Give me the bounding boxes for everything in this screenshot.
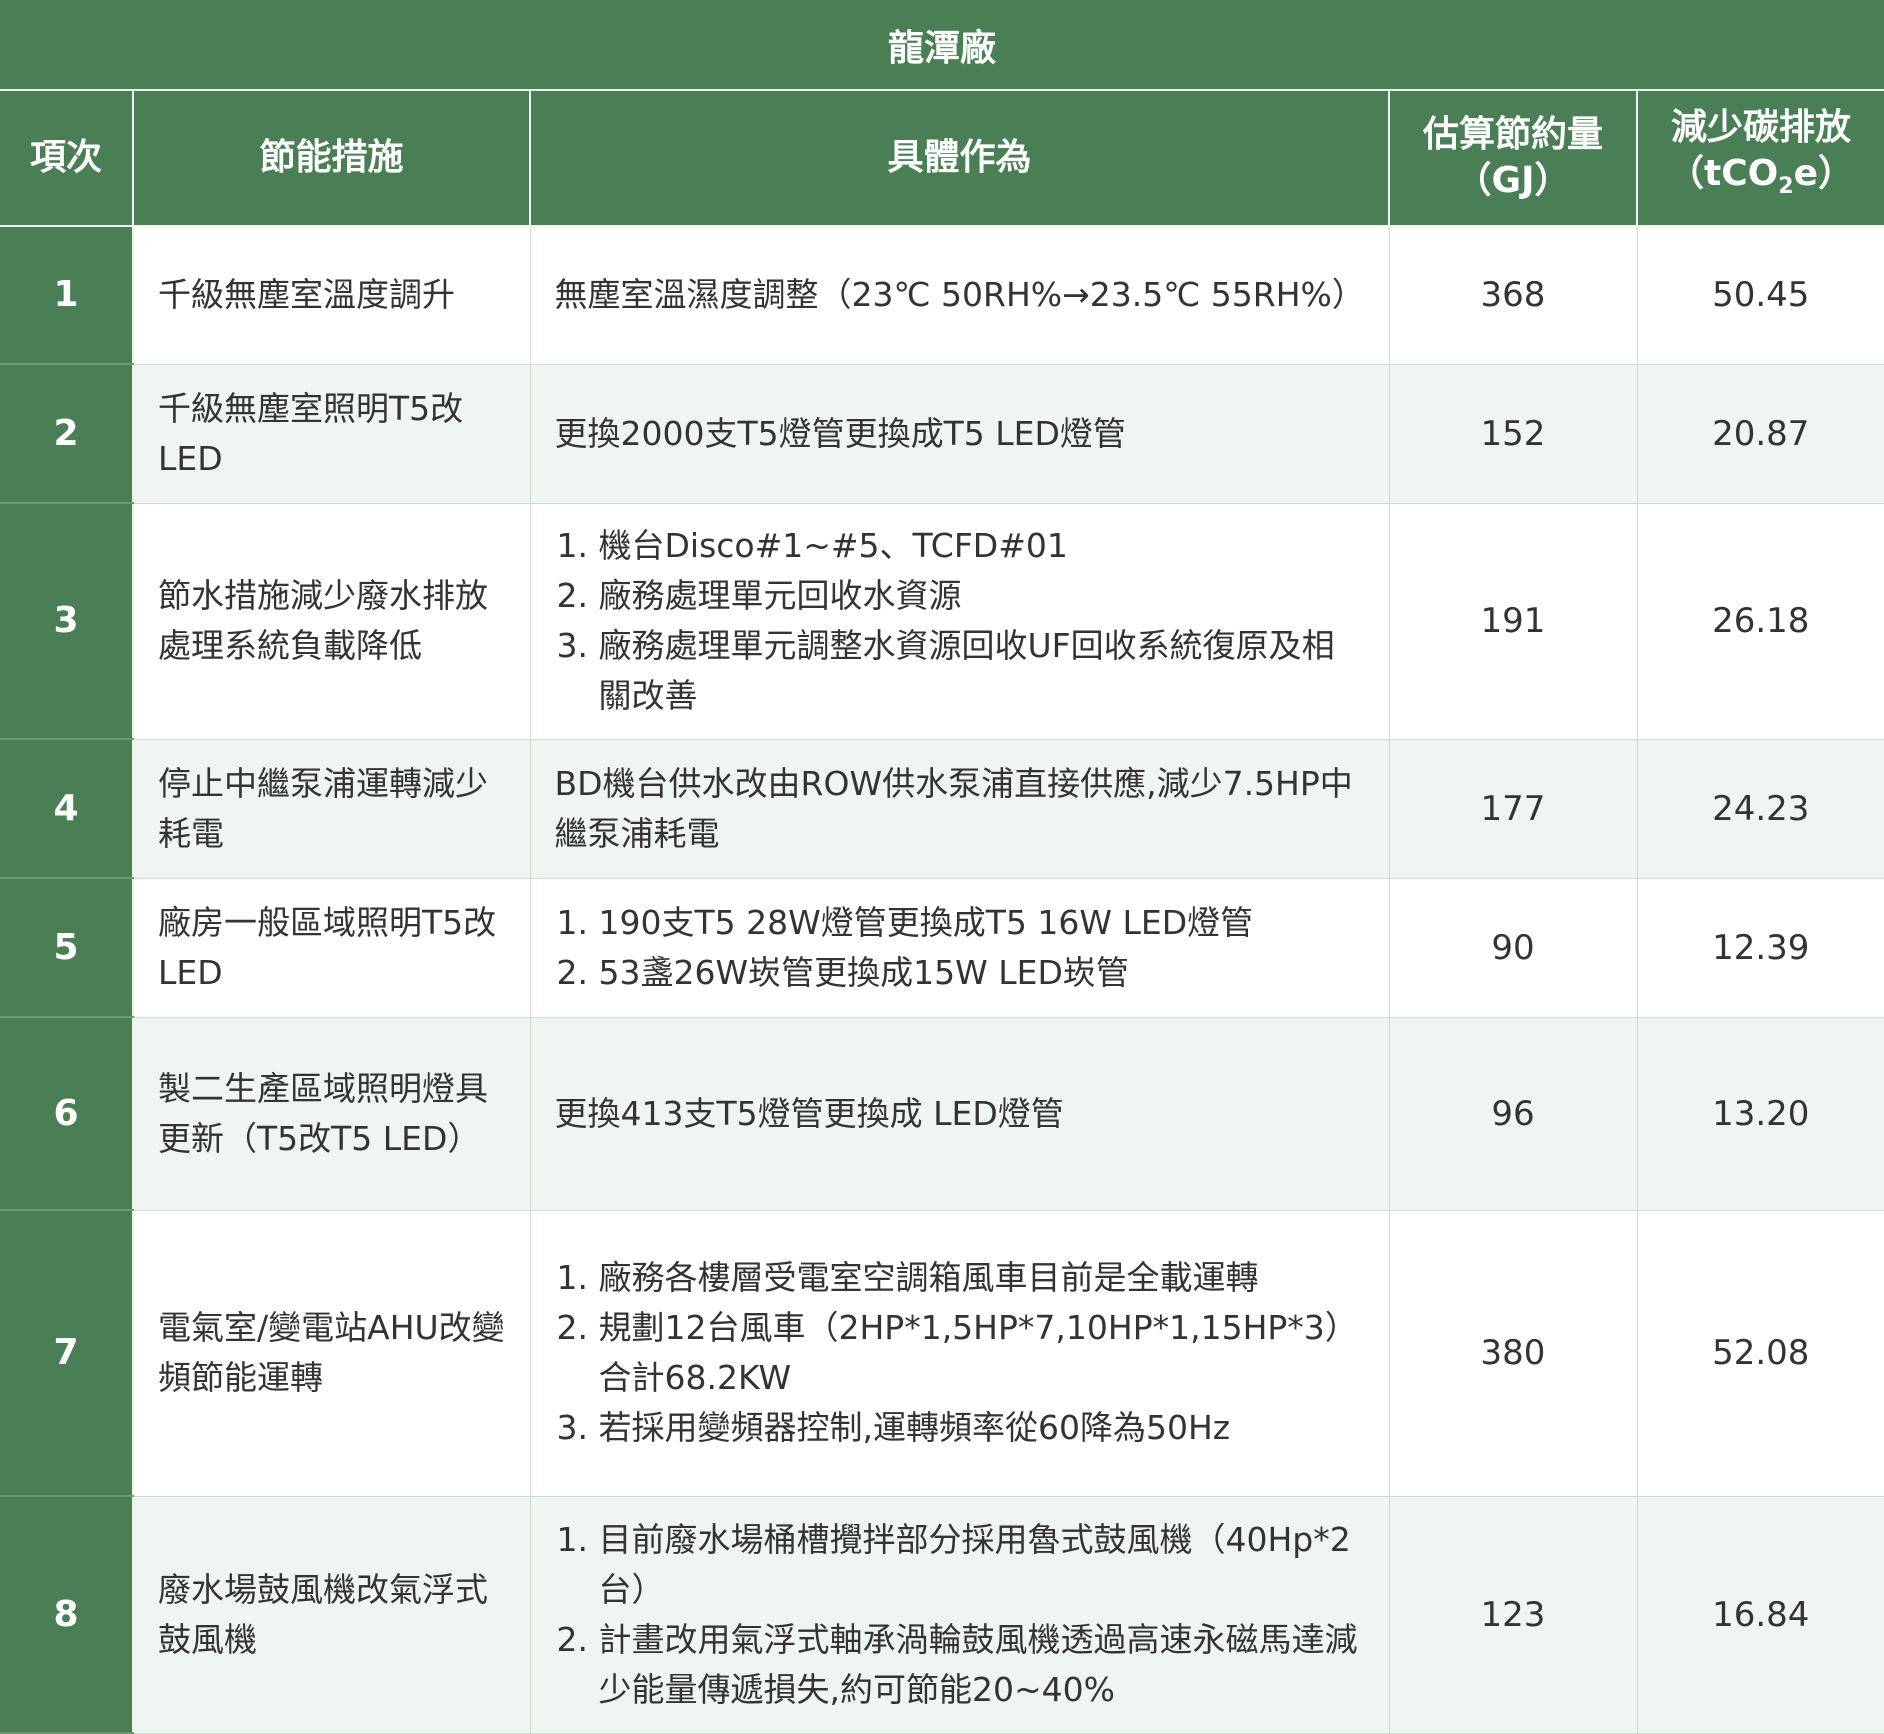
gj-value: 96: [1389, 1017, 1638, 1211]
action-list: 190支T5 28W燈管更換成T5 16W LED燈管53盞26W崁管更換成15…: [555, 898, 1365, 998]
gj-value: 123: [1389, 1496, 1638, 1734]
action-list-item: 廠務處理單元調整水資源回收UF回收系統復原及相關改善: [599, 621, 1365, 721]
header-carbon-line2: （tCO2e）: [1639, 151, 1883, 210]
row-number: 4: [0, 739, 134, 879]
measure-cell: 製二生產區域照明燈具更新（T5改T5 LED）: [133, 1017, 531, 1211]
action-text: 更換2000支T5燈管更換成T5 LED燈管: [554, 413, 1126, 453]
action-cell: 190支T5 28W燈管更換成T5 16W LED燈管53盞26W崁管更換成15…: [530, 878, 1390, 1018]
row-number: 1: [0, 226, 134, 365]
measure-cell: 廠房一般區域照明T5改LED: [133, 878, 531, 1018]
action-cell: BD機台供水改由ROW供水泵浦直接供應,減少7.5HP中繼泵浦耗電: [530, 739, 1390, 879]
action-cell: 更換413支T5燈管更換成 LED燈管: [530, 1017, 1390, 1211]
action-list: 機台Disco#1~#5、TCFD#01廠務處理單元回收水資源廠務處理單元調整水…: [555, 521, 1365, 721]
co2-value: 52.08: [1637, 1210, 1884, 1497]
action-text: BD機台供水改由ROW供水泵浦直接供應,減少7.5HP中繼泵浦耗電: [554, 763, 1353, 853]
action-list-item: 目前廢水場桶槽攪拌部分採用魯式鼓風機（40Hp*2台）: [599, 1515, 1365, 1615]
gj-value: 177: [1389, 739, 1638, 879]
table-row: 5廠房一般區域照明T5改LED190支T5 28W燈管更換成T5 16W LED…: [0, 878, 1884, 1018]
header-saving-line2: （GJ）: [1455, 160, 1571, 201]
header-action: 具體作為: [530, 90, 1390, 227]
action-list-item: 廠務各樓層受電室空調箱風車目前是全載運轉: [599, 1253, 1365, 1303]
action-list-item: 190支T5 28W燈管更換成T5 16W LED燈管: [599, 898, 1365, 948]
action-list-item: 廠務處理單元回收水資源: [599, 571, 1365, 621]
table-row: 8廢水場鼓風機改氣浮式鼓風機目前廢水場桶槽攪拌部分採用魯式鼓風機（40Hp*2台…: [0, 1496, 1884, 1734]
measure-cell: 千級無塵室溫度調升: [133, 226, 531, 365]
header-carbon-post: e）: [1793, 153, 1854, 195]
co2-value: 24.23: [1637, 739, 1884, 879]
header-carbon-sub: 2: [1778, 174, 1794, 200]
action-text: 更換413支T5燈管更換成 LED燈管: [554, 1093, 1064, 1133]
action-list-item: 53盞26W崁管更換成15W LED崁管: [599, 948, 1365, 998]
co2-value: 13.20: [1637, 1017, 1884, 1211]
header-item: 項次: [0, 90, 134, 227]
header-carbon-line1: 減少碳排放: [1671, 107, 1852, 149]
table-title: 龍潭廠: [0, 0, 1884, 91]
gj-value: 191: [1389, 503, 1638, 740]
measure-cell: 電氣室/變電站AHU改變頻節能運轉: [133, 1210, 531, 1497]
header-saving-line1: 估算節約量: [1422, 114, 1603, 155]
row-number: 2: [0, 364, 134, 504]
action-list-item: 規劃12台風車（2HP*1,5HP*7,10HP*1,15HP*3）合計68.2…: [599, 1303, 1365, 1403]
energy-saving-table: 龍潭廠 項次 節能措施 具體作為 估算節約量 （GJ） 減少碳排放 （tCO2e…: [0, 0, 1884, 1734]
table-row: 2 千級無塵室照明T5改LED 更換2000支T5燈管更換成T5 LED燈管 152 2…: [0, 364, 1884, 504]
action-cell: 更換2000支T5燈管更換成T5 LED燈管: [530, 364, 1390, 504]
measure-cell: 千級無塵室照明T5改LED: [133, 364, 531, 504]
co2-value: 26.18: [1637, 503, 1884, 740]
measure-cell: 廢水場鼓風機改氣浮式鼓風機: [133, 1496, 531, 1734]
action-list-item: 若採用變頻器控制,運轉頻率從60降為50Hz: [599, 1403, 1365, 1453]
co2-value: 12.39: [1637, 878, 1884, 1018]
gj-value: 152: [1389, 364, 1638, 504]
gj-value: 380: [1389, 1210, 1638, 1497]
co2-value: 50.45: [1637, 226, 1884, 365]
header-saving: 估算節約量 （GJ）: [1389, 90, 1638, 227]
row-number: 7: [0, 1210, 134, 1497]
row-number: 6: [0, 1017, 134, 1211]
header-measure: 節能措施: [133, 90, 531, 227]
gj-value: 90: [1389, 878, 1638, 1018]
header-carbon-pre: （tCO: [1668, 153, 1779, 195]
action-list-item: 機台Disco#1~#5、TCFD#01: [599, 521, 1365, 571]
co2-value: 16.84: [1637, 1496, 1884, 1734]
measure-cell: 節水措施減少廢水排放處理系統負載降低: [133, 503, 531, 740]
table-body: 1 千級無塵室溫度調升 無塵室溫濕度調整（23℃ 50RH%→23.5℃ 55RH%…: [0, 226, 1884, 1734]
table-row: 3節水措施減少廢水排放處理系統負載降低機台Disco#1~#5、TCFD#01廠…: [0, 503, 1884, 740]
table-row: 1 千級無塵室溫度調升 無塵室溫濕度調整（23℃ 50RH%→23.5℃ 55RH%…: [0, 226, 1884, 365]
co2-value: 20.87: [1637, 364, 1884, 504]
row-number: 3: [0, 503, 134, 740]
table-row: 6 製二生產區域照明燈具更新（T5改T5 LED） 更換413支T5燈管更換成 LE…: [0, 1017, 1884, 1211]
action-cell: 目前廢水場桶槽攪拌部分採用魯式鼓風機（40Hp*2台）計畫改用氣浮式軸承渦輪鼓風…: [530, 1496, 1390, 1734]
row-number: 8: [0, 1496, 134, 1734]
table-row: 4 停止中繼泵浦運轉減少耗電 BD機台供水改由ROW供水泵浦直接供應,減少7.5HP…: [0, 739, 1884, 879]
action-list-item: 計畫改用氣浮式軸承渦輪鼓風機透過高速永磁馬達減少能量傳遞損失,約可節能20~40…: [599, 1615, 1365, 1715]
action-text: 無塵室溫濕度調整（23℃ 50RH%→23.5℃ 55RH%）: [554, 275, 1365, 315]
gj-value: 368: [1389, 226, 1638, 365]
action-cell: 無塵室溫濕度調整（23℃ 50RH%→23.5℃ 55RH%）: [530, 226, 1390, 365]
measure-cell: 停止中繼泵浦運轉減少耗電: [133, 739, 531, 879]
action-cell: 機台Disco#1~#5、TCFD#01廠務處理單元回收水資源廠務處理單元調整水…: [530, 503, 1390, 740]
header-carbon: 減少碳排放 （tCO2e）: [1637, 90, 1884, 227]
action-list: 廠務各樓層受電室空調箱風車目前是全載運轉規劃12台風車（2HP*1,5HP*7,…: [555, 1253, 1365, 1453]
action-list: 目前廢水場桶槽攪拌部分採用魯式鼓風機（40Hp*2台）計畫改用氣浮式軸承渦輪鼓風…: [555, 1515, 1365, 1715]
action-cell: 廠務各樓層受電室空調箱風車目前是全載運轉規劃12台風車（2HP*1,5HP*7,…: [530, 1210, 1390, 1497]
row-number: 5: [0, 878, 134, 1018]
table-row: 7電氣室/變電站AHU改變頻節能運轉廠務各樓層受電室空調箱風車目前是全載運轉規劃…: [0, 1210, 1884, 1497]
